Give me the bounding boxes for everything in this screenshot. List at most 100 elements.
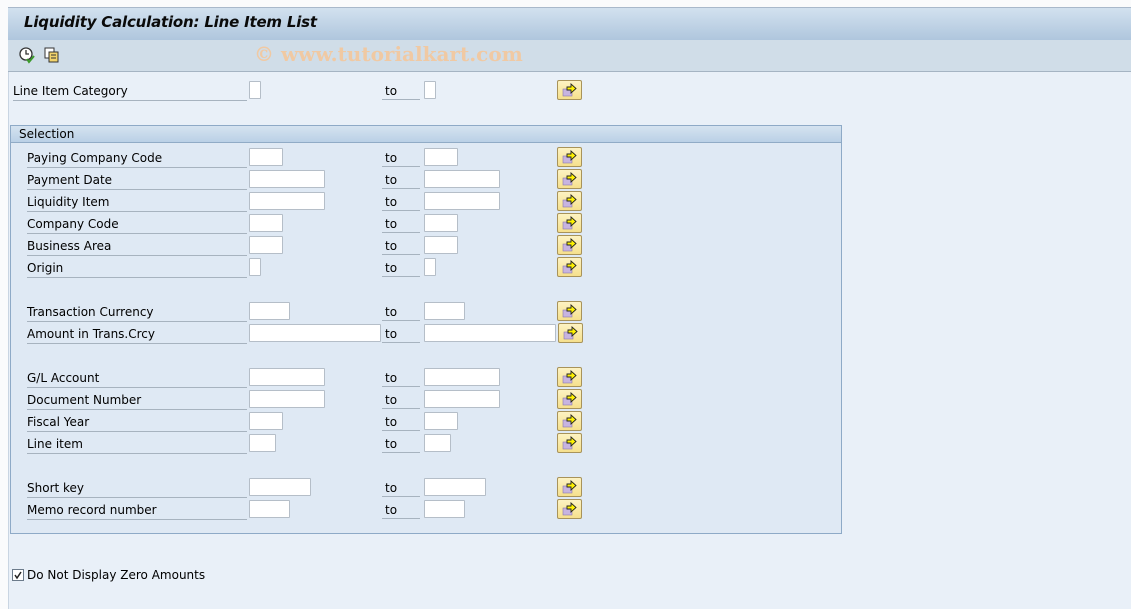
payment-date-to-label: to	[382, 171, 420, 189]
multiple-selection-arrow-icon	[562, 216, 577, 230]
memo-record-number-to-input[interactable]	[424, 500, 465, 518]
short-key-multiple-selection-button[interactable]	[557, 477, 582, 497]
business-area-from-input[interactable]	[249, 236, 283, 254]
line-item-category-multiple-selection-button[interactable]	[557, 80, 582, 100]
company-code-to-label: to	[382, 215, 420, 233]
business-area-label: Business Area	[27, 237, 247, 256]
liquidity-item-to-input[interactable]	[424, 192, 500, 210]
line-item-to-label: to	[382, 435, 420, 453]
line-item-to-input[interactable]	[424, 434, 451, 452]
zero-amounts-checkbox[interactable]	[12, 569, 24, 581]
paying-company-code-from-input[interactable]	[249, 148, 283, 166]
origin-to-label: to	[382, 259, 420, 277]
liquidity-item-label: Liquidity Item	[27, 193, 247, 212]
company-code-label: Company Code	[27, 215, 247, 234]
liquidity-item-from-input[interactable]	[249, 192, 325, 210]
transaction-currency-label: Transaction Currency	[27, 303, 247, 322]
paying-company-code-label: Paying Company Code	[27, 149, 247, 168]
document-number-to-label: to	[382, 391, 420, 409]
multiple-selection-arrow-icon	[562, 194, 577, 208]
short-key-label: Short key	[27, 479, 247, 498]
short-key-to-label: to	[382, 479, 420, 497]
business-area-multiple-selection-button[interactable]	[557, 235, 582, 255]
g-l-account-multiple-selection-button[interactable]	[557, 367, 582, 387]
transaction-currency-multiple-selection-button[interactable]	[557, 301, 582, 321]
paying-company-code-to-input[interactable]	[424, 148, 458, 166]
paying-company-code-multiple-selection-button[interactable]	[557, 147, 582, 167]
amount-in-trans-crcy-to-label: to	[382, 325, 420, 343]
multiple-selection-arrow-icon	[562, 304, 577, 318]
transaction-currency-to-label: to	[382, 303, 420, 321]
line-item-category-from-input[interactable]	[249, 81, 261, 99]
amount-in-trans-crcy-from-input[interactable]	[249, 324, 381, 342]
fiscal-year-label: Fiscal Year	[27, 413, 247, 432]
multiple-selection-arrow-icon	[562, 414, 577, 428]
fiscal-year-multiple-selection-button[interactable]	[557, 411, 582, 431]
business-area-to-label: to	[382, 237, 420, 255]
line-item-category-to-label: to	[382, 82, 420, 100]
multiple-selection-arrow-icon	[563, 326, 578, 340]
line-item-category-label: Line Item Category	[13, 82, 247, 101]
payment-date-to-input[interactable]	[424, 170, 500, 188]
multiple-selection-arrow-icon	[562, 172, 577, 186]
multiple-selection-arrow-icon	[562, 150, 577, 164]
origin-to-input[interactable]	[424, 258, 436, 276]
line-item-from-input[interactable]	[249, 434, 276, 452]
fiscal-year-from-input[interactable]	[249, 412, 283, 430]
document-number-from-input[interactable]	[249, 390, 325, 408]
multiple-selection-arrow-icon	[562, 370, 577, 384]
multiple-selection-arrow-icon	[562, 238, 577, 252]
payment-date-multiple-selection-button[interactable]	[557, 169, 582, 189]
document-number-multiple-selection-button[interactable]	[557, 389, 582, 409]
application-toolbar: © www.tutorialkart.com	[8, 40, 1131, 72]
origin-label: Origin	[27, 259, 247, 278]
origin-multiple-selection-button[interactable]	[557, 257, 582, 277]
short-key-from-input[interactable]	[249, 478, 311, 496]
watermark: © www.tutorialkart.com	[254, 42, 523, 66]
multiple-selection-arrow-icon	[562, 83, 577, 97]
amount-in-trans-crcy-to-input[interactable]	[424, 324, 556, 342]
selection-group-title: Selection	[19, 127, 75, 141]
company-code-multiple-selection-button[interactable]	[557, 213, 582, 233]
fiscal-year-to-input[interactable]	[424, 412, 458, 430]
amount-in-trans-crcy-label: Amount in Trans.Crcy	[27, 325, 247, 344]
multiple-selection-arrow-icon	[562, 392, 577, 406]
zero-amounts-label: Do Not Display Zero Amounts	[27, 568, 206, 582]
company-code-from-input[interactable]	[249, 214, 283, 232]
transaction-currency-from-input[interactable]	[249, 302, 290, 320]
get-variant-icon[interactable]	[43, 46, 61, 64]
business-area-to-input[interactable]	[424, 236, 458, 254]
origin-from-input[interactable]	[249, 258, 261, 276]
liquidity-item-multiple-selection-button[interactable]	[557, 191, 582, 211]
fiscal-year-to-label: to	[382, 413, 420, 431]
payment-date-label: Payment Date	[27, 171, 247, 190]
execute-clock-icon[interactable]	[18, 46, 36, 64]
transaction-currency-to-input[interactable]	[424, 302, 465, 320]
selection-group-header: Selection	[11, 126, 841, 143]
memo-record-number-multiple-selection-button[interactable]	[557, 499, 582, 519]
document-number-to-input[interactable]	[424, 390, 500, 408]
g-l-account-to-label: to	[382, 369, 420, 387]
g-l-account-label: G/L Account	[27, 369, 247, 388]
g-l-account-to-input[interactable]	[424, 368, 500, 386]
page-title: Liquidity Calculation: Line Item List	[24, 13, 317, 31]
line-item-category-to-input[interactable]	[424, 81, 436, 99]
memo-record-number-to-label: to	[382, 501, 420, 519]
line-item-label: Line item	[27, 435, 247, 454]
document-number-label: Document Number	[27, 391, 247, 410]
amount-in-trans-crcy-multiple-selection-button[interactable]	[558, 323, 583, 343]
title-bar: Liquidity Calculation: Line Item List	[8, 7, 1131, 41]
g-l-account-from-input[interactable]	[249, 368, 325, 386]
multiple-selection-arrow-icon	[562, 260, 577, 274]
company-code-to-input[interactable]	[424, 214, 458, 232]
memo-record-number-from-input[interactable]	[249, 500, 290, 518]
multiple-selection-arrow-icon	[562, 436, 577, 450]
payment-date-from-input[interactable]	[249, 170, 325, 188]
short-key-to-input[interactable]	[424, 478, 486, 496]
line-item-multiple-selection-button[interactable]	[557, 433, 582, 453]
liquidity-item-to-label: to	[382, 193, 420, 211]
paying-company-code-to-label: to	[382, 149, 420, 167]
multiple-selection-arrow-icon	[562, 502, 577, 516]
memo-record-number-label: Memo record number	[27, 501, 247, 520]
multiple-selection-arrow-icon	[562, 480, 577, 494]
